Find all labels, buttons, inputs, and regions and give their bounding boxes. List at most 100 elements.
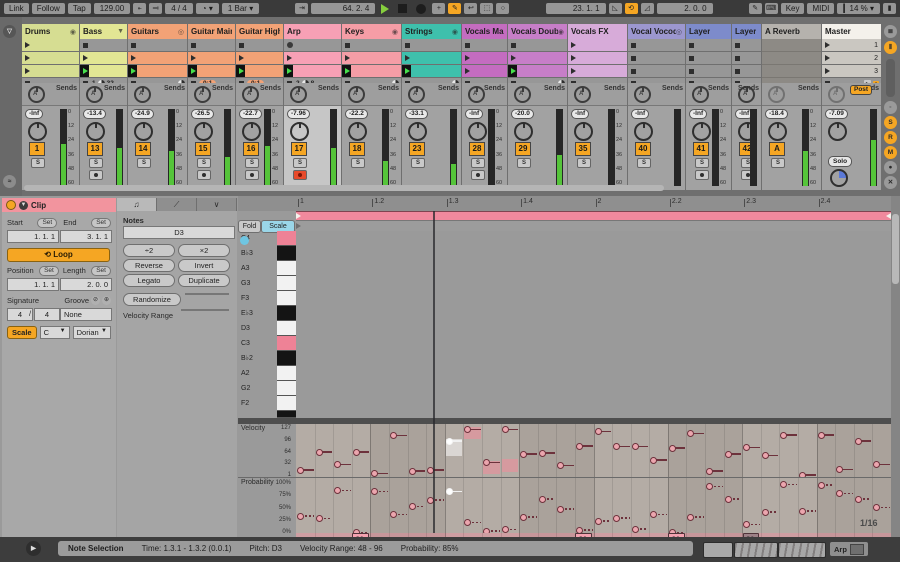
pan-knob[interactable] xyxy=(134,122,153,141)
track-number-button[interactable]: 40 xyxy=(635,142,651,156)
probability-marker[interactable] xyxy=(725,496,732,503)
clip-menu-icon[interactable]: ▼ xyxy=(19,201,28,210)
pan-knob[interactable] xyxy=(194,122,213,141)
loop-length-field[interactable]: 2. 0. 0 xyxy=(657,3,713,14)
track-number-button[interactable]: 16 xyxy=(243,142,259,156)
pan-knob[interactable] xyxy=(634,122,653,141)
clip-slot[interactable] xyxy=(342,52,401,65)
velocity-marker[interactable] xyxy=(669,445,676,452)
stop-clip-icon[interactable] xyxy=(689,69,694,74)
clip[interactable] xyxy=(284,52,341,64)
clip[interactable] xyxy=(508,65,567,77)
loop-overview-strip[interactable] xyxy=(734,542,778,558)
loop-toggle-icon[interactable]: ⟲ xyxy=(625,3,638,14)
track-header[interactable]: Drums◉ xyxy=(22,24,79,39)
clip-play-icon[interactable] xyxy=(131,55,136,61)
clip-play-icon[interactable] xyxy=(239,55,244,61)
clip-slot[interactable] xyxy=(22,52,79,65)
set-start-button[interactable]: Set xyxy=(37,218,57,228)
piano-key[interactable] xyxy=(277,381,296,396)
session-hscroll[interactable] xyxy=(24,185,664,191)
volume-value[interactable]: -18.4 xyxy=(765,109,788,119)
arm-button[interactable] xyxy=(471,170,485,180)
clip-slot[interactable] xyxy=(462,65,507,78)
tab-notes[interactable]: ♫ xyxy=(117,198,157,211)
io-show-icon[interactable]: ⫴ xyxy=(884,41,897,54)
send-a-knob[interactable]: A xyxy=(194,86,211,103)
randomize-range-slider[interactable]: 108 xyxy=(185,293,229,295)
collapse-tracks-icon[interactable]: ▽ xyxy=(3,25,16,38)
track-number-button[interactable]: 18 xyxy=(349,142,365,156)
clip-slot[interactable] xyxy=(402,39,461,52)
clip-slot[interactable] xyxy=(686,52,731,65)
arm-button[interactable] xyxy=(695,170,709,180)
volume-value[interactable]: -7.09 xyxy=(825,109,848,119)
track-number-button[interactable]: 28 xyxy=(469,142,485,156)
track-number-button[interactable]: 13 xyxy=(87,142,103,156)
tab-expression[interactable]: ∨ xyxy=(197,198,237,211)
show-sends-button[interactable]: S xyxy=(884,116,897,129)
volume-value[interactable]: -22.2 xyxy=(345,109,368,119)
send-a-knob[interactable]: A xyxy=(86,86,103,103)
track-header-icon[interactable]: ◉ xyxy=(452,28,458,36)
clip-slot[interactable] xyxy=(402,52,461,65)
stop-button[interactable] xyxy=(398,4,407,13)
clip-slot[interactable] xyxy=(284,65,341,78)
pan-knob[interactable] xyxy=(768,122,787,141)
preview-play-icon[interactable]: ▶ xyxy=(26,541,41,556)
solo-button[interactable]: S xyxy=(695,158,709,168)
piano-key[interactable] xyxy=(277,396,296,411)
clip-slot[interactable] xyxy=(22,39,79,52)
clip-vscroll[interactable] xyxy=(891,196,900,537)
volume-value[interactable]: -13.4 xyxy=(83,109,106,119)
pan-knob[interactable] xyxy=(290,122,309,141)
probability-marker[interactable] xyxy=(818,482,825,489)
midi-map-button[interactable]: MIDI xyxy=(807,3,834,14)
stop-clip-icon[interactable] xyxy=(631,43,636,48)
stop-clip-icon[interactable] xyxy=(689,56,694,61)
playing-clip-icon[interactable] xyxy=(342,65,351,77)
playing-clip-icon[interactable] xyxy=(236,65,245,77)
velocity-range-field[interactable]: -48 xyxy=(181,309,229,311)
track-header[interactable]: Vocals FX xyxy=(568,24,627,39)
send-a-knob[interactable]: A xyxy=(574,86,591,103)
probability-marker[interactable] xyxy=(539,496,546,503)
clip-play-icon[interactable] xyxy=(25,42,30,48)
clip-overview-box[interactable] xyxy=(703,542,733,558)
clip-slot[interactable] xyxy=(342,39,401,52)
master-solo-button[interactable]: Solo xyxy=(828,156,852,167)
velocity-marker[interactable] xyxy=(632,443,639,450)
velocity-marker[interactable] xyxy=(706,468,713,475)
volume-value[interactable]: -7.96 xyxy=(287,109,310,119)
clip[interactable] xyxy=(568,39,627,51)
scene-play-icon[interactable] xyxy=(825,55,830,61)
clip-position-field[interactable]: 1. 1. 1 xyxy=(7,278,59,291)
clip[interactable] xyxy=(342,52,401,64)
scene-play-icon[interactable] xyxy=(825,68,830,74)
clip-slot[interactable] xyxy=(236,39,283,52)
stop-clip-icon[interactable] xyxy=(131,43,136,48)
computer-midi-keyboard-icon[interactable]: ⌨ xyxy=(765,3,778,14)
piano-key[interactable] xyxy=(277,366,296,381)
stop-clip-icon[interactable] xyxy=(689,43,694,48)
velocity-marker[interactable] xyxy=(297,467,304,474)
set-position-button[interactable]: Set xyxy=(39,266,59,276)
punch-out-icon[interactable]: ◿ xyxy=(641,3,654,14)
clip-slot[interactable] xyxy=(402,65,461,78)
clip-slot[interactable] xyxy=(508,52,567,65)
send-a-knob[interactable]: A xyxy=(290,86,307,103)
zoom-back-icon[interactable]: ≈ xyxy=(3,175,16,188)
clip-slot[interactable] xyxy=(508,39,567,52)
clip-slot[interactable] xyxy=(732,52,761,65)
playing-clip-icon[interactable] xyxy=(128,65,137,77)
track-header[interactable]: Vocal Vocoder◎ xyxy=(628,24,685,39)
clip-play-icon[interactable] xyxy=(571,42,576,48)
solo-button[interactable]: S xyxy=(471,158,485,168)
draw-pencil-icon[interactable]: ✎ xyxy=(749,3,762,14)
follow-button[interactable]: Follow xyxy=(32,3,65,14)
pan-knob[interactable] xyxy=(692,122,711,141)
volume-value[interactable]: -22.7 xyxy=(239,109,262,119)
clip[interactable] xyxy=(402,52,461,64)
clip-play-icon[interactable] xyxy=(465,55,470,61)
show-hide-detail-icon[interactable] xyxy=(876,545,888,562)
